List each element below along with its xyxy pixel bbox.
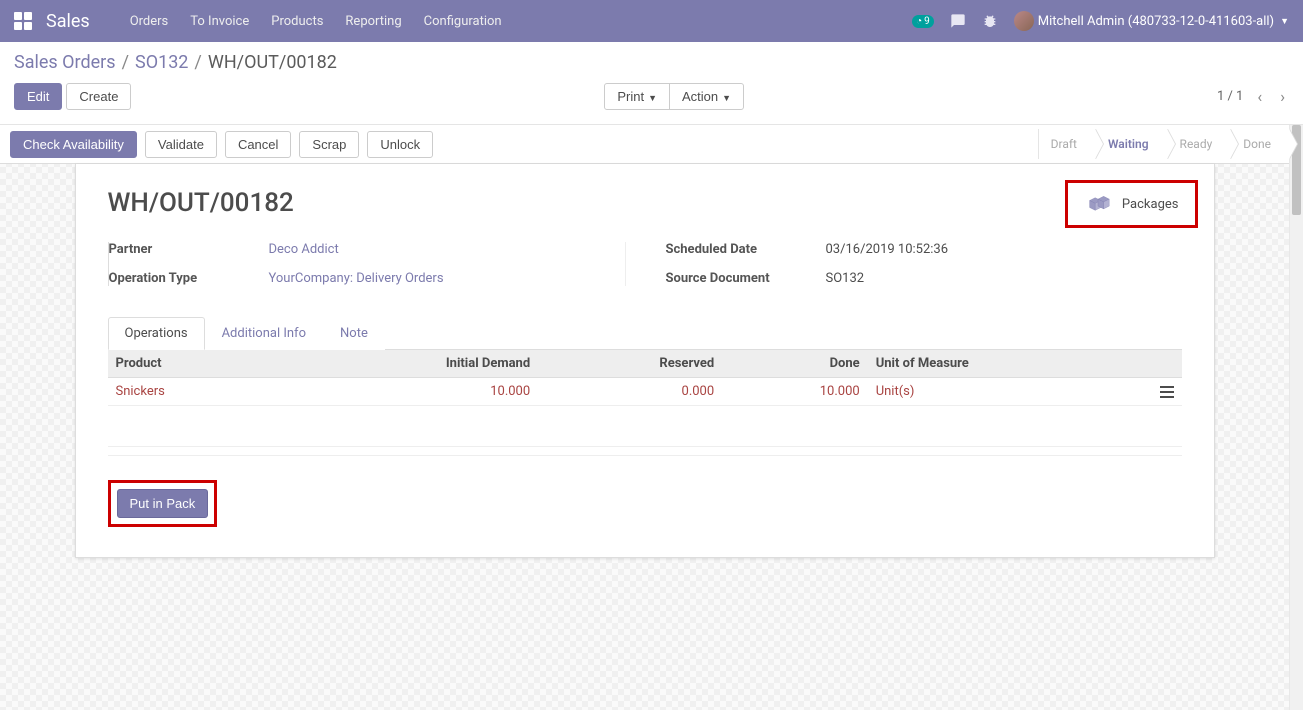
systray: ◔9 Mitchell Admin (480733-12-0-411603-al… [912,11,1289,31]
operation-type-value[interactable]: YourCompany: Delivery Orders [269,271,444,286]
row-product[interactable]: Snickers [116,384,165,399]
tabs: Operations Additional Info Note [108,316,1182,350]
source-document-label: Source Document [666,271,826,286]
partner-label: Partner [109,242,269,257]
pager-prev[interactable]: ‹ [1253,87,1266,106]
debug-icon[interactable] [982,13,998,29]
scheduled-date-value: 03/16/2019 10:52:36 [826,242,1182,257]
row-initial-demand: 10.000 [277,378,538,406]
clock-icon: ◔ [916,16,922,27]
brand: Sales [46,11,90,32]
status-steps: Draft Waiting Ready Done [1038,129,1289,159]
tab-operations[interactable]: Operations [108,317,205,350]
row-done: 10.000 [722,378,868,406]
breadcrumb: Sales Orders / SO132 / WH/OUT/00182 [14,52,1289,73]
row-uom[interactable]: Unit(s) [876,384,915,399]
check-availability-button[interactable]: Check Availability [10,131,137,158]
col-product[interactable]: Product [108,350,278,378]
topbar: Sales Orders To Invoice Products Reporti… [0,0,1303,42]
tab-additional-info[interactable]: Additional Info [205,317,323,350]
pager: 1 / 1 ‹ › [1217,87,1289,106]
table-row[interactable]: Snickers 10.000 0.000 10.000 Unit(s) [108,378,1182,406]
nav-to-invoice[interactable]: To Invoice [190,14,249,29]
create-button[interactable]: Create [66,83,131,110]
avatar [1014,11,1034,31]
edit-button[interactable]: Edit [14,83,62,110]
source-document-value: SO132 [826,271,1182,286]
nav-reporting[interactable]: Reporting [345,14,401,29]
packages-button[interactable]: Packages [1065,180,1198,228]
status-waiting[interactable]: Waiting [1095,129,1167,159]
col-initial-demand[interactable]: Initial Demand [277,350,538,378]
pager-next[interactable]: › [1276,87,1289,106]
chevron-down-icon: ▼ [648,93,657,103]
nav-configuration[interactable]: Configuration [424,14,502,29]
clock-count: 9 [924,16,930,27]
action-dropdown[interactable]: Action▼ [669,83,744,110]
breadcrumb-current: WH/OUT/00182 [208,52,337,73]
chevron-down-icon: ▼ [1280,16,1289,27]
breadcrumb-level1[interactable]: SO132 [135,52,188,73]
messages-icon[interactable] [950,13,966,29]
statusbar: Check Availability Validate Cancel Scrap… [0,125,1289,164]
breadcrumb-root[interactable]: Sales Orders [14,52,116,73]
col-reserved[interactable]: Reserved [538,350,722,378]
apps-icon[interactable] [14,12,32,30]
controlbar: Sales Orders / SO132 / WH/OUT/00182 Edit… [0,42,1303,125]
nav-orders[interactable]: Orders [130,14,169,29]
put-in-pack-button[interactable]: Put in Pack [117,489,209,518]
validate-button[interactable]: Validate [145,131,217,158]
status-draft[interactable]: Draft [1038,129,1095,159]
status-ready[interactable]: Ready [1167,129,1231,159]
partner-value[interactable]: Deco Addict [269,242,339,257]
operations-table: Product Initial Demand Reserved Done Uni… [108,350,1182,406]
form-sheet: WH/OUT/00182 Packages Partner Deco [75,164,1215,558]
user-menu[interactable]: Mitchell Admin (480733-12-0-411603-all) … [1014,11,1289,31]
topnav: Orders To Invoice Products Reporting Con… [130,14,502,29]
col-uom[interactable]: Unit of Measure [868,350,1152,378]
scheduled-date-label: Scheduled Date [666,242,826,257]
cancel-button[interactable]: Cancel [225,131,291,158]
user-name: Mitchell Admin (480733-12-0-411603-all) [1038,14,1274,29]
activity-icon[interactable]: ◔9 [912,15,934,28]
col-done[interactable]: Done [722,350,868,378]
row-reserved: 0.000 [538,378,722,406]
page-title: WH/OUT/00182 [108,188,1182,218]
pager-text: 1 / 1 [1217,89,1243,104]
breadcrumb-sep: / [194,52,201,73]
col-actions [1152,350,1182,378]
row-detail-icon[interactable] [1152,378,1182,406]
scrap-button[interactable]: Scrap [299,131,359,158]
packages-icon [1084,193,1112,215]
packages-label: Packages [1122,197,1179,212]
unlock-button[interactable]: Unlock [367,131,433,158]
tab-note[interactable]: Note [323,317,385,350]
vertical-scrollbar[interactable] [1289,125,1303,710]
print-dropdown[interactable]: Print▼ [604,83,670,110]
put-in-pack-highlight: Put in Pack [108,480,218,527]
nav-products[interactable]: Products [271,14,323,29]
operation-type-label: Operation Type [109,271,269,286]
breadcrumb-sep: / [122,52,129,73]
chevron-down-icon: ▼ [722,93,731,103]
print-action-group: Print▼ Action▼ [604,83,744,110]
